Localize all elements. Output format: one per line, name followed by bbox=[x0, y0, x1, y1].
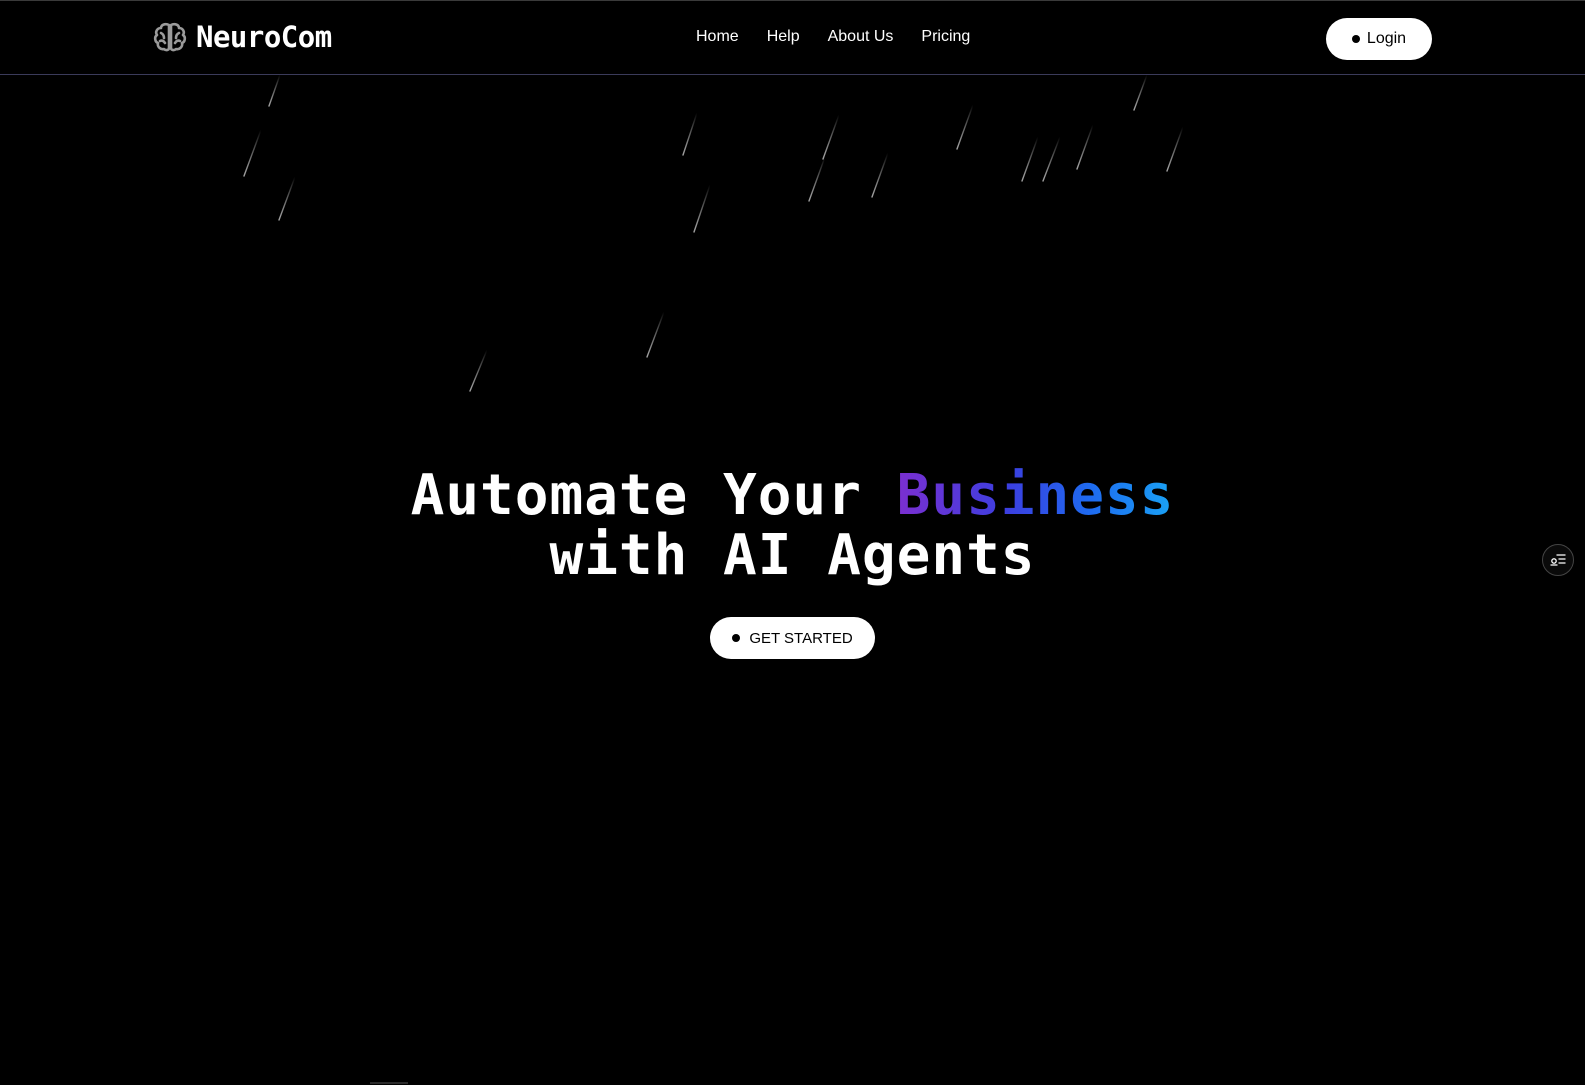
meteor-streak bbox=[646, 311, 665, 358]
login-button[interactable]: Login bbox=[1326, 18, 1432, 60]
brand-logo[interactable]: NeuroCom bbox=[152, 19, 332, 55]
hero-headline-highlight: Business bbox=[896, 463, 1175, 528]
nav-link-help[interactable]: Help bbox=[767, 28, 800, 46]
meteor-streak bbox=[1076, 124, 1094, 170]
meteor-streak bbox=[808, 156, 826, 202]
login-label: Login bbox=[1366, 30, 1407, 47]
hero-headline-line-2: with AI Agents bbox=[549, 523, 1036, 588]
bullet-dot-icon bbox=[732, 634, 741, 642]
nav-link-about-us[interactable]: About Us bbox=[828, 28, 894, 46]
hero-headline-line-1: Automate Your Business bbox=[0, 466, 1585, 526]
side-widget-button[interactable] bbox=[1542, 544, 1574, 576]
brain-icon bbox=[153, 22, 187, 52]
meteor-streak bbox=[243, 129, 262, 177]
meteor-streak bbox=[1166, 126, 1184, 172]
nav-link-pricing[interactable]: Pricing bbox=[921, 28, 970, 46]
bullet-dot-icon bbox=[1351, 35, 1360, 43]
get-started-button[interactable]: GET STARTED bbox=[710, 617, 875, 659]
bottom-divider bbox=[370, 1082, 408, 1084]
meteor-streak bbox=[682, 112, 698, 156]
meteor-streak bbox=[268, 75, 281, 107]
meteor-rain-background bbox=[243, 75, 1184, 392]
brand-name: NeuroCom bbox=[196, 20, 332, 54]
hero-headline: Automate Your Business with AI Agents bbox=[0, 466, 1585, 586]
nav-link-home[interactable]: Home bbox=[696, 28, 739, 46]
get-started-label: GET STARTED bbox=[749, 629, 853, 647]
settings-list-icon bbox=[1550, 554, 1566, 566]
main-nav: Home Help About Us Pricing bbox=[696, 28, 970, 46]
meteor-streak bbox=[693, 184, 711, 233]
hero-headline-prefix: Automate Your bbox=[410, 463, 897, 528]
meteor-streak bbox=[469, 349, 488, 392]
meteor-streak bbox=[1042, 136, 1061, 182]
top-navbar: NeuroCom Home Help About Us Pricing Logi… bbox=[0, 0, 1585, 75]
meteor-streak bbox=[1021, 136, 1039, 182]
meteor-streak bbox=[278, 176, 296, 221]
meteor-streak bbox=[822, 114, 840, 160]
meteor-streak bbox=[956, 104, 974, 150]
meteor-streak bbox=[1133, 75, 1148, 111]
meteor-streak bbox=[871, 152, 889, 198]
